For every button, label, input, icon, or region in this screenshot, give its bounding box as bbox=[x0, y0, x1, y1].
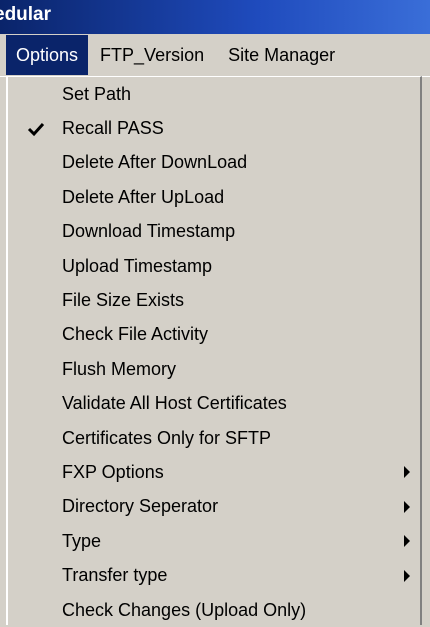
menu-item-fxp-options[interactable]: FXP Options bbox=[8, 455, 420, 489]
menu-item-check-file-activity[interactable]: Check File Activity bbox=[8, 318, 420, 352]
menu-item-certificates-only-for-sftp[interactable]: Certificates Only for SFTP bbox=[8, 421, 420, 455]
menu-item-file-size-exists[interactable]: File Size Exists bbox=[8, 283, 420, 317]
menu-item-set-path[interactable]: Set Path bbox=[8, 77, 420, 111]
menu-item-directory-seperator[interactable]: Directory Seperator bbox=[8, 490, 420, 524]
menu-item-flush-memory[interactable]: Flush Memory bbox=[8, 352, 420, 386]
menu-item-label: Transfer type bbox=[62, 565, 168, 586]
submenu-arrow-icon bbox=[404, 500, 410, 513]
menu-item-label: Check Changes (Upload Only) bbox=[62, 599, 307, 620]
menu-item-label: Upload Timestamp bbox=[62, 255, 213, 276]
menu-item-label: File Size Exists bbox=[62, 290, 185, 311]
menu-options[interactable]: Options bbox=[6, 35, 89, 75]
menu-item-delete-after-upload[interactable]: Delete After UpLoad bbox=[8, 180, 420, 214]
menu-item-label: Recall PASS bbox=[62, 118, 164, 139]
menu-item-label: Type bbox=[62, 530, 102, 551]
submenu-arrow-icon bbox=[404, 569, 410, 582]
menu-item-label: Download Timestamp bbox=[62, 221, 236, 242]
menu-item-label: Delete After UpLoad bbox=[62, 186, 225, 207]
menu-item-label: FXP Options bbox=[62, 461, 164, 482]
menu-bar: Options FTP_Version Site Manager bbox=[0, 34, 430, 77]
menu-item-label: Directory Seperator bbox=[62, 496, 219, 517]
submenu-arrow-icon bbox=[404, 466, 410, 479]
menu-item-label: Flush Memory bbox=[62, 358, 177, 379]
window-title-bar: edular bbox=[0, 0, 430, 34]
menu-item-label: Delete After DownLoad bbox=[62, 152, 248, 173]
menu-item-check-changes-upload-only[interactable]: Check Changes (Upload Only) bbox=[8, 593, 420, 627]
menu-item-recall-pass[interactable]: Recall PASS bbox=[8, 111, 420, 145]
menu-item-transfer-type[interactable]: Transfer type bbox=[8, 558, 420, 592]
menu-item-label: Validate All Host Certificates bbox=[62, 393, 287, 414]
menu-item-label: Set Path bbox=[62, 83, 132, 104]
menu-item-upload-timestamp[interactable]: Upload Timestamp bbox=[8, 249, 420, 283]
options-dropdown-menu: Set Path Recall PASS Delete After DownLoad… bbox=[6, 76, 422, 625]
window-title: edular bbox=[0, 4, 52, 25]
menu-item-download-timestamp[interactable]: Download Timestamp bbox=[8, 215, 420, 249]
menu-item-delete-after-download[interactable]: Delete After DownLoad bbox=[8, 146, 420, 180]
submenu-arrow-icon bbox=[404, 535, 410, 548]
menu-item-label: Certificates Only for SFTP bbox=[62, 427, 272, 448]
menu-item-type[interactable]: Type bbox=[8, 524, 420, 558]
menu-item-validate-all-host-certificates[interactable]: Validate All Host Certificates bbox=[8, 387, 420, 421]
menu-site-manager[interactable]: Site Manager bbox=[216, 35, 347, 75]
menu-item-label: Check File Activity bbox=[62, 324, 209, 345]
checkmark-icon bbox=[24, 117, 48, 141]
menu-ftp-version[interactable]: FTP_Version bbox=[88, 35, 216, 75]
